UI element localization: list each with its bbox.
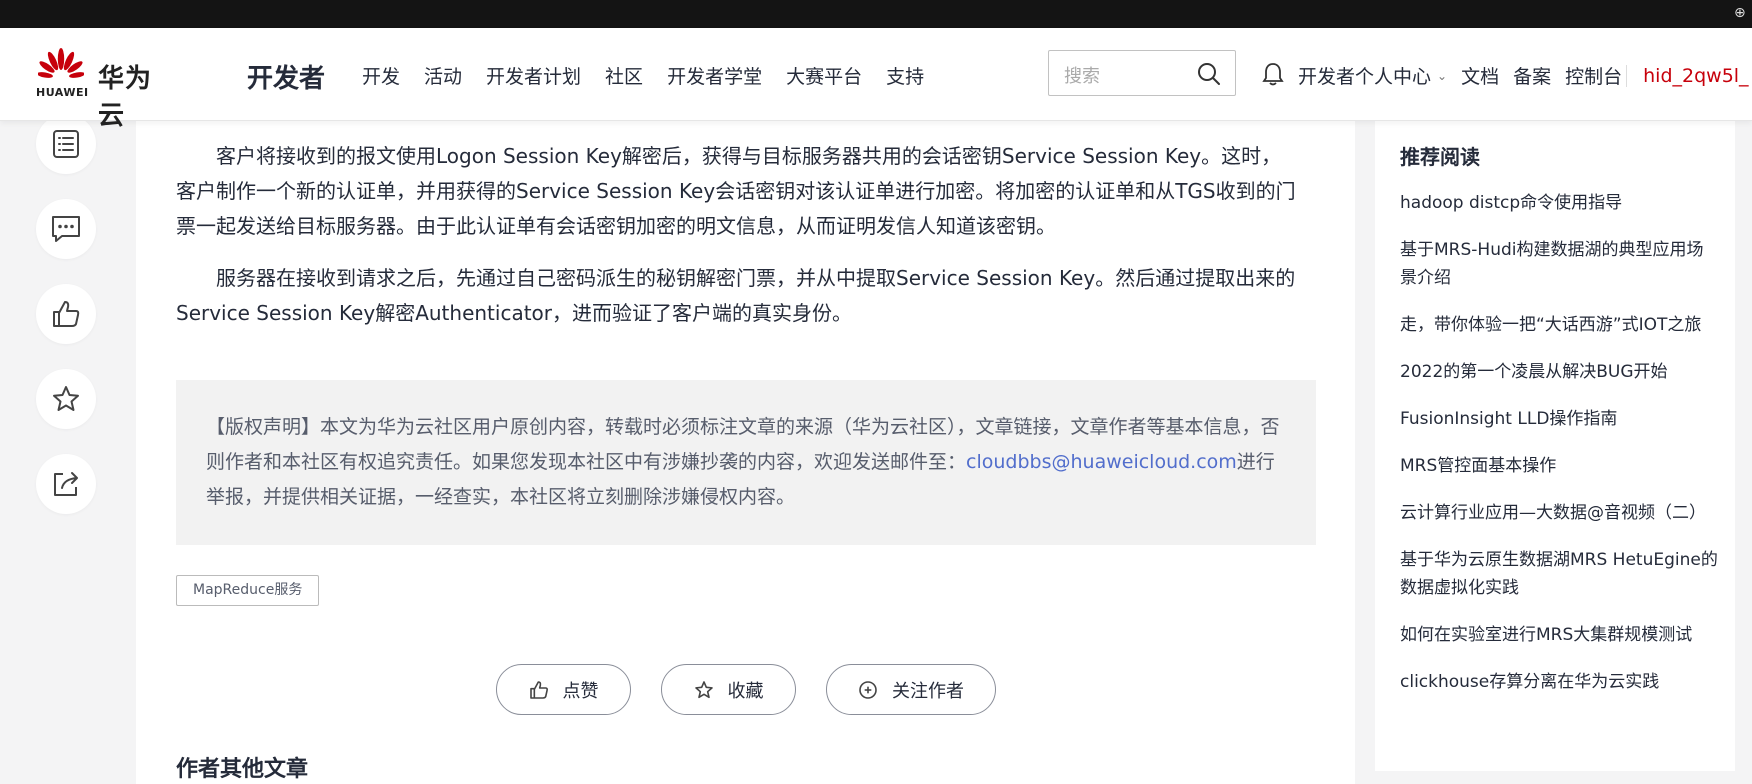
comment-icon [52, 216, 80, 242]
report-email-link[interactable]: cloudbbs@huaweicloud.com [966, 451, 1237, 473]
nav-item-dev-program[interactable]: 开发者计划 [486, 62, 581, 89]
like-label: 点赞 [562, 680, 599, 702]
brand-name: 华为云 [98, 64, 153, 131]
favorite-side-button[interactable] [36, 369, 96, 429]
globe-icon[interactable]: ⊕ [1734, 4, 1752, 22]
like-button[interactable]: 点赞 [496, 664, 631, 715]
outline-button[interactable] [36, 114, 96, 174]
share-icon [54, 472, 78, 496]
nav-item-activities[interactable]: 活动 [424, 62, 462, 89]
article-tag[interactable]: MapReduce服务 [176, 575, 320, 606]
article-actions: 点赞 收藏 关注作者 [496, 664, 1026, 715]
header-right-nav: 开发者个人中心 ⌄ 文档 备案 控制台 hid_2qw5l_ [1298, 62, 1749, 89]
search-box[interactable]: 搜索 [1048, 50, 1236, 96]
recommended-link[interactable]: 走，带你体验一把“大话西游”式IOT之旅 [1400, 311, 1720, 339]
plus-circle-icon [859, 680, 877, 699]
recommended-link[interactable]: 如何在实验室进行MRS大集群规模测试 [1400, 621, 1720, 649]
header-divider [1626, 64, 1628, 87]
article-paragraph: 服务器在接收到请求之后，先通过自己密码派生的秘钥解密门票，并从中提取Servic… [176, 266, 1296, 325]
nav-item-support[interactable]: 支持 [886, 62, 924, 89]
nav-item-contests[interactable]: 大赛平台 [786, 62, 862, 89]
article-panel: 客户将接收到的报文使用Logon Session Key解密后，获得与目标服务器… [136, 121, 1355, 784]
site-header: 华为云 HUAWEI 开发者 开发 活动 开发者计划 社区 开发者学堂 大赛平台… [0, 28, 1752, 131]
author-other-articles-heading: 作者其他文章 [176, 757, 309, 782]
recommended-link[interactable]: 基于华为云原生数据湖MRS HetuEgine的数据虚拟化实践 [1400, 546, 1720, 602]
star-icon [694, 680, 713, 698]
recommended-link[interactable]: 基于MRS-Hudi构建数据湖的典型应用场景介绍 [1400, 236, 1720, 292]
copyright-notice: 【版权声明】本文为华为云社区用户原创内容，转载时必须标注文章的来源（华为云社区）… [176, 380, 1316, 545]
recommended-link[interactable]: 云计算行业应用—大数据@音视频（二） [1400, 499, 1720, 527]
thumbs-up-icon [529, 680, 548, 699]
recommended-link[interactable]: clickhouse存算分离在华为云实践 [1400, 668, 1720, 696]
follow-author-button[interactable]: 关注作者 [826, 664, 996, 715]
huawei-petal-icon [38, 48, 84, 78]
article-paragraph: 客户将接收到的报文使用Logon Session Key解密后，获得与目标服务器… [176, 144, 1296, 238]
recommended-link[interactable]: 2022的第一个凌晨从解决BUG开始 [1400, 358, 1720, 386]
collect-label: 收藏 [727, 680, 764, 702]
recommended-reading-panel: 推荐阅读 hadoop distcp命令使用指导 基于MRS-Hudi构建数据湖… [1375, 121, 1735, 771]
nav-item-community[interactable]: 社区 [605, 62, 643, 89]
filing-link[interactable]: 备案 [1513, 62, 1551, 89]
bell-icon[interactable] [1262, 62, 1284, 86]
nav-item-academy[interactable]: 开发者学堂 [667, 62, 762, 89]
search-placeholder[interactable]: 搜索 [1064, 62, 1100, 88]
developer-title[interactable]: 开发者 [247, 58, 325, 95]
recommended-list: hadoop distcp命令使用指导 基于MRS-Hudi构建数据湖的典型应用… [1400, 189, 1720, 715]
recommended-link[interactable]: FusionInsight LLD操作指南 [1400, 405, 1720, 433]
main-nav: 开发 活动 开发者计划 社区 开发者学堂 大赛平台 支持 [362, 62, 948, 89]
follow-label: 关注作者 [892, 680, 964, 702]
collect-button[interactable]: 收藏 [661, 664, 796, 715]
dev-center-menu[interactable]: 开发者个人中心 [1298, 62, 1431, 89]
thumbs-up-icon [53, 301, 80, 327]
recommended-link[interactable]: hadoop distcp命令使用指导 [1400, 189, 1720, 217]
top-strip: ⊕ [0, 0, 1752, 28]
huawei-cloud-logo[interactable]: 华为云 HUAWEI [36, 48, 176, 131]
list-icon [53, 130, 79, 158]
recommended-title: 推荐阅读 [1400, 145, 1480, 169]
star-icon [53, 386, 79, 411]
floating-action-bar [36, 114, 96, 539]
like-side-button[interactable] [36, 284, 96, 344]
nav-item-develop[interactable]: 开发 [362, 62, 400, 89]
chevron-down-icon[interactable]: ⌄ [1437, 69, 1447, 83]
comment-button[interactable] [36, 199, 96, 259]
recommended-link[interactable]: MRS管控面基本操作 [1400, 452, 1720, 480]
share-button[interactable] [36, 454, 96, 514]
docs-link[interactable]: 文档 [1461, 62, 1499, 89]
console-link[interactable]: 控制台 [1565, 62, 1622, 89]
brand-wordmark: HUAWEI [36, 86, 89, 99]
search-icon[interactable] [1197, 62, 1221, 86]
user-account-link[interactable]: hid_2qw5l_ [1643, 65, 1748, 87]
